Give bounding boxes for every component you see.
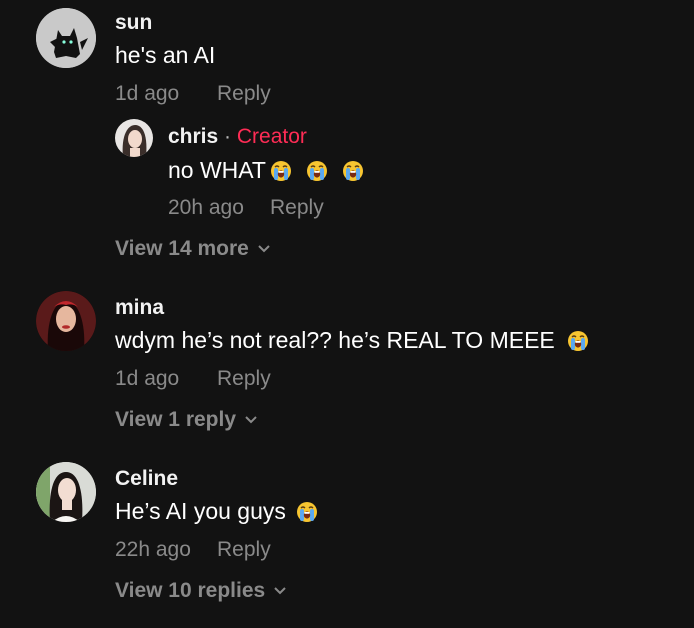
reply-text: no WHAT [168, 157, 266, 183]
view-more-replies-button[interactable]: View 1 reply [115, 408, 258, 432]
avatar-chris-image [115, 119, 153, 157]
comment-username[interactable]: mina [115, 296, 164, 320]
loudly-crying-face-icon [567, 330, 589, 352]
loudly-crying-face-icon [270, 160, 292, 182]
chevron-down-icon [245, 416, 257, 424]
reply-text-row: no WHAT [168, 157, 364, 184]
comment-text: He’s AI you guys [115, 498, 286, 524]
avatar[interactable] [36, 291, 96, 351]
avatar[interactable] [36, 8, 96, 68]
comment-text: he's an AI [115, 42, 216, 68]
loudly-crying-face-icon [342, 160, 364, 182]
comment-username[interactable]: sun [115, 11, 152, 35]
comment-timestamp: 1d ago [115, 82, 180, 105]
avatar[interactable] [36, 462, 96, 522]
view-more-replies-button[interactable]: View 10 replies [115, 579, 287, 603]
chevron-down-icon [258, 245, 270, 253]
avatar-mina-image [36, 291, 96, 351]
chevron-down-icon [274, 587, 286, 595]
avatar-celine-image [36, 462, 96, 522]
loudly-crying-face-icon [306, 160, 328, 182]
view-more-label: View 1 reply [115, 408, 237, 431]
reply-timestamp: 20h ago [168, 196, 244, 219]
reply-username-text[interactable]: chris [168, 125, 218, 148]
view-more-label: View 14 more [115, 237, 249, 260]
creator-separator: · [224, 125, 232, 148]
comment-timestamp: 1d ago [115, 367, 180, 390]
avatar-sun-image [36, 8, 96, 68]
comment-timestamp: 22h ago [115, 538, 191, 561]
comment-username[interactable]: Celine [115, 467, 178, 491]
loudly-crying-face-icon [296, 501, 318, 523]
reply-username[interactable]: chris · Creator [168, 125, 307, 149]
reply-button[interactable]: Reply [217, 82, 271, 106]
view-more-replies-button[interactable]: View 14 more [115, 237, 271, 261]
comment-text-row: wdym he’s not real?? he’s REAL TO MEEE [115, 327, 589, 354]
reply-button[interactable]: Reply [270, 196, 324, 220]
creator-badge: Creator [236, 125, 307, 148]
reply-button[interactable]: Reply [217, 367, 271, 391]
comment-text: wdym he’s not real?? he’s REAL TO MEEE [115, 327, 555, 353]
view-more-label: View 10 replies [115, 579, 266, 602]
comment-text-row: He’s AI you guys [115, 498, 318, 525]
avatar[interactable] [115, 119, 153, 157]
reply-button[interactable]: Reply [217, 538, 271, 562]
